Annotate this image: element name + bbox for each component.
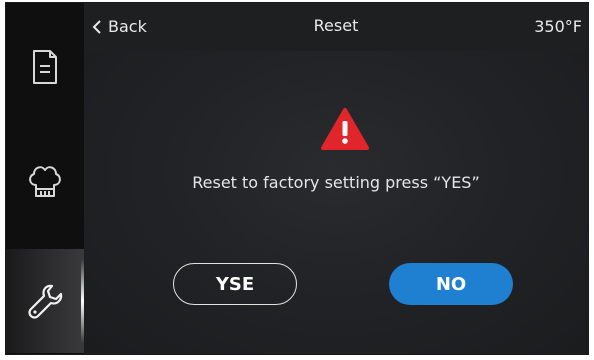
- sidebar-item-recipes[interactable]: [6, 15, 84, 119]
- yes-button[interactable]: YSE: [173, 263, 297, 305]
- main-panel: Back Reset 350°F Reset to factory settin…: [84, 3, 588, 354]
- page-title: Reset: [313, 16, 359, 35]
- sidebar: [6, 3, 84, 354]
- reset-message: Reset to factory setting press “YES”: [192, 173, 480, 192]
- warning-icon: [321, 108, 369, 150]
- sidebar-item-settings[interactable]: [6, 249, 84, 353]
- top-bar: Back Reset 350°F: [84, 3, 588, 51]
- wrench-icon: [28, 284, 63, 319]
- temperature-readout: 350°F: [534, 17, 582, 36]
- chef-hat-icon: [29, 166, 61, 197]
- no-button[interactable]: NO: [389, 263, 513, 305]
- sidebar-item-chef[interactable]: [6, 129, 84, 233]
- document-icon: [33, 50, 57, 84]
- device-screen: Back Reset 350°F Reset to factory settin…: [5, 2, 589, 355]
